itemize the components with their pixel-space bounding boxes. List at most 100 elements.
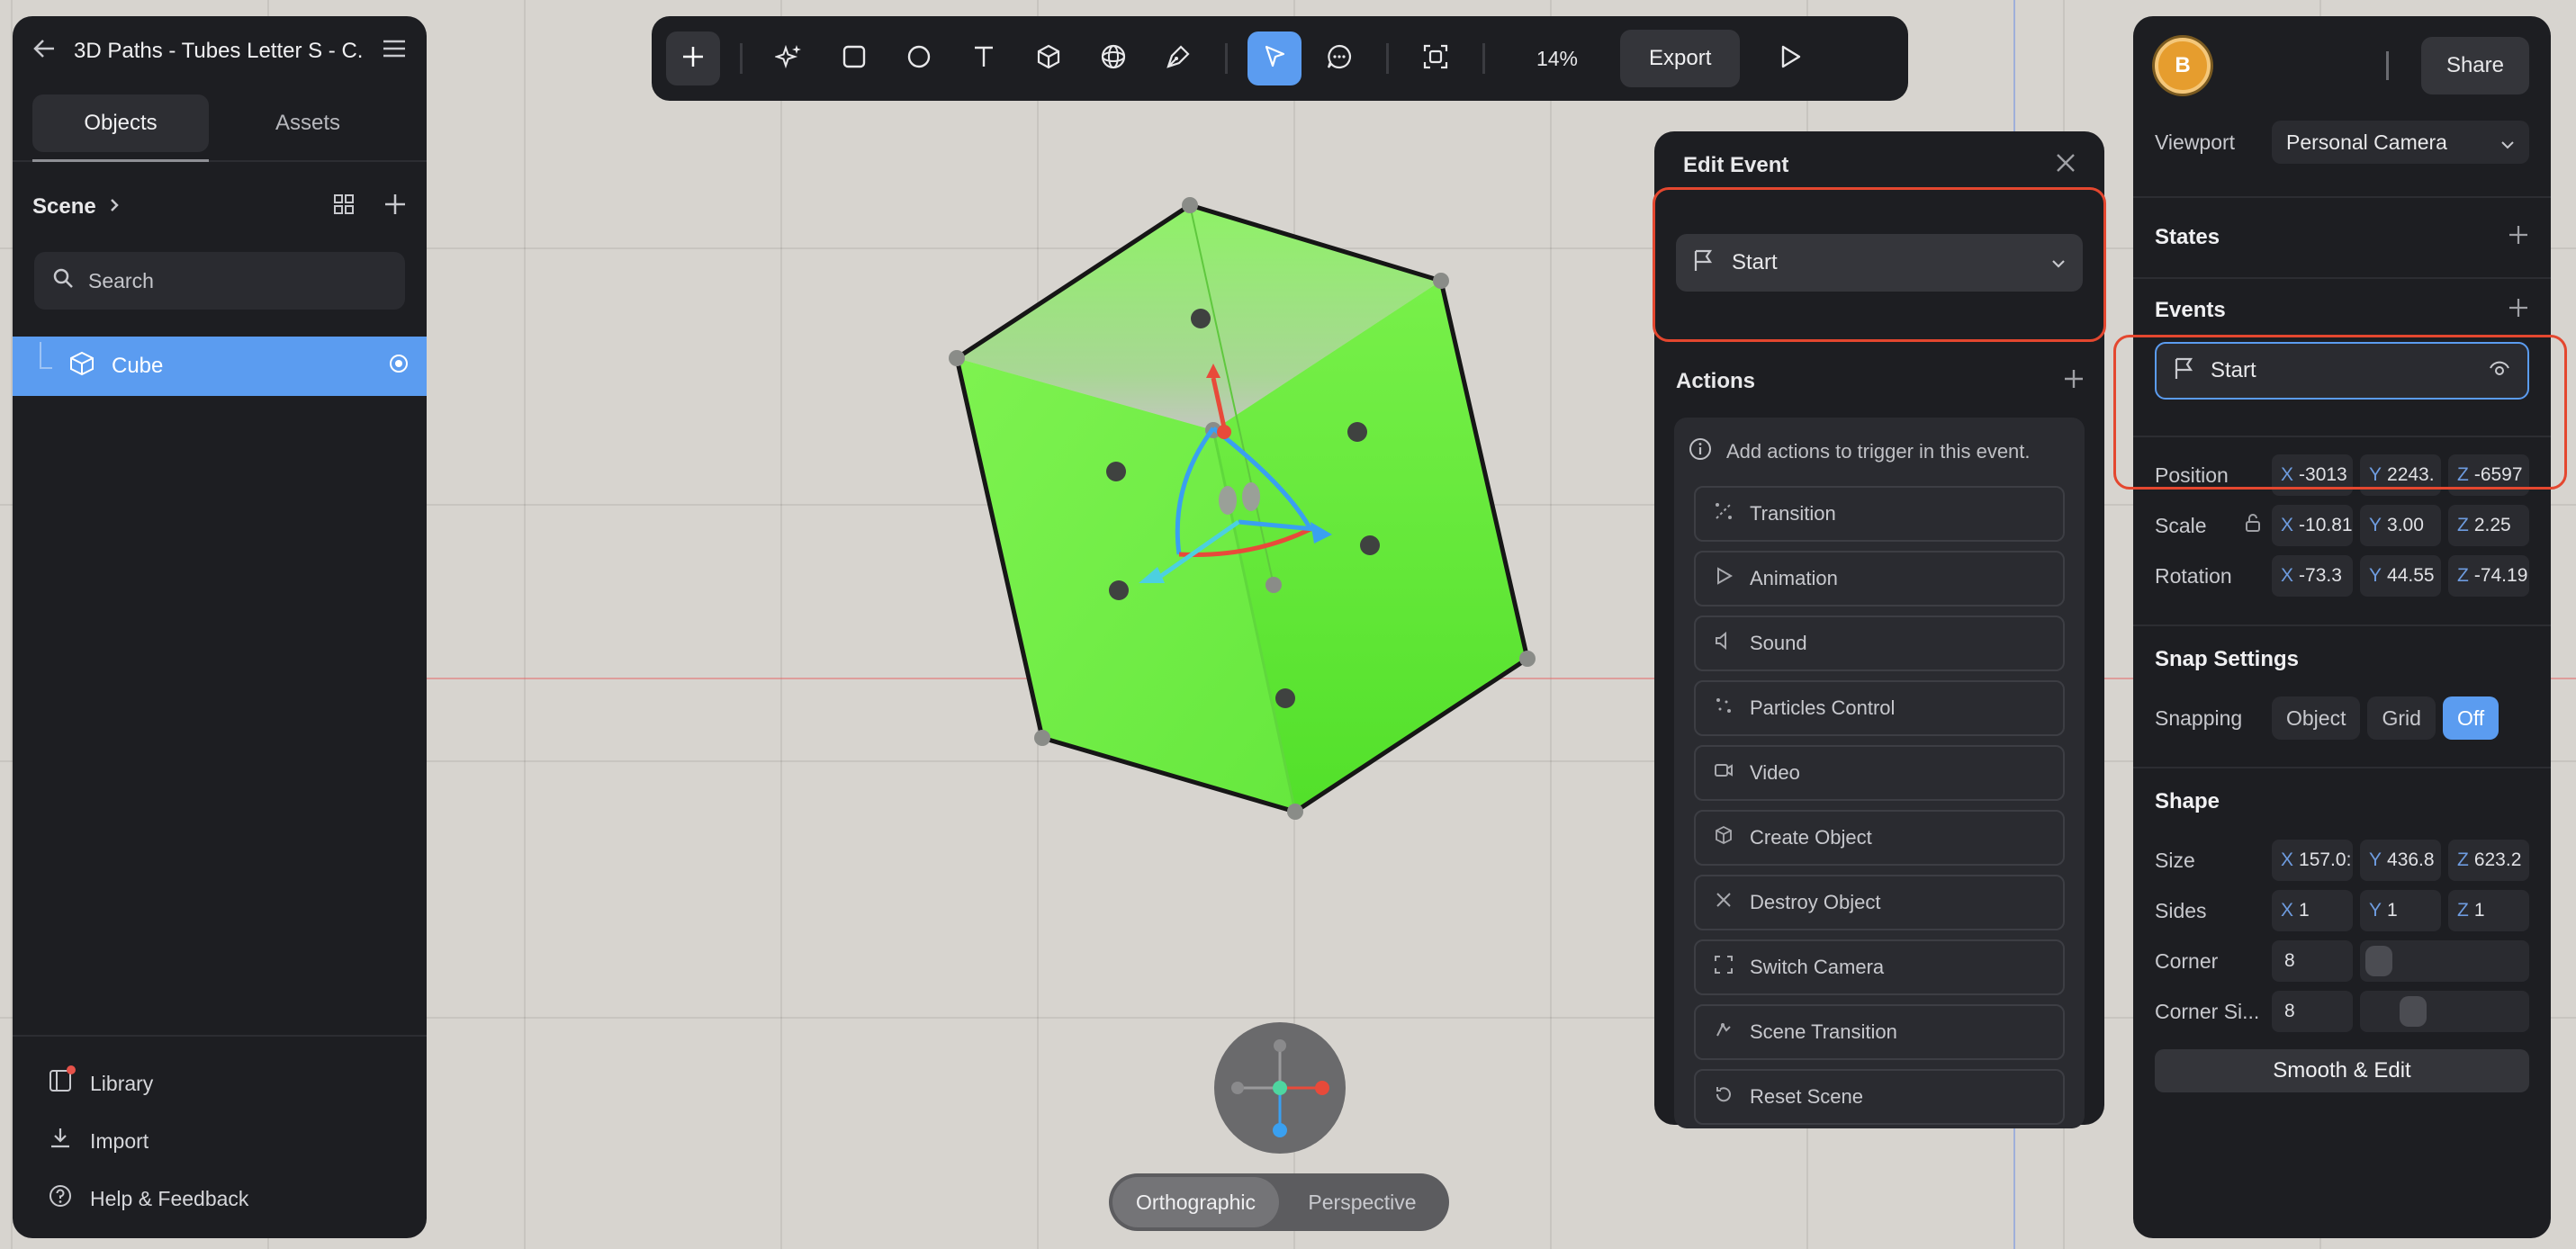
rectangle-tool[interactable] xyxy=(827,31,881,85)
grid-view-icon[interactable] xyxy=(333,193,355,221)
help-feedback-button[interactable]: Help & Feedback xyxy=(13,1170,427,1227)
right-panel: B Share Viewport Personal Camera States … xyxy=(2133,16,2551,1238)
action-video[interactable]: Video xyxy=(1694,745,2065,801)
corner-slider-knob[interactable] xyxy=(2365,946,2392,976)
corner-sides-slider-knob[interactable] xyxy=(2400,996,2427,1027)
scale-z-field[interactable]: Z 2.25 xyxy=(2448,505,2529,546)
rotation-x-field[interactable]: X -73.3 xyxy=(2272,555,2353,597)
text-tool[interactable] xyxy=(957,31,1011,85)
corner-slider[interactable] xyxy=(2360,940,2529,982)
text-icon xyxy=(971,44,996,74)
snapping-off-option[interactable]: Off xyxy=(2442,696,2499,740)
target-icon[interactable] xyxy=(389,354,409,380)
size-z-field[interactable]: Z 623.2 xyxy=(2448,840,2529,881)
top-toolbar: 14% Export xyxy=(652,16,1908,101)
sides-z-value: 1 xyxy=(2473,900,2485,921)
add-object-icon[interactable] xyxy=(383,193,407,222)
action-scene-transition[interactable]: Scene Transition xyxy=(1694,1004,2065,1060)
import-button[interactable]: Import xyxy=(13,1112,427,1170)
library-label: Library xyxy=(90,1071,154,1095)
info-icon xyxy=(1689,437,1712,466)
import-icon xyxy=(49,1127,72,1155)
size-x-field[interactable]: X 157.0: xyxy=(2272,840,2353,881)
rotation-z-field[interactable]: Z -74.19 xyxy=(2448,555,2529,597)
scene-label[interactable]: Scene xyxy=(32,194,96,220)
library-button[interactable]: Library xyxy=(13,1055,427,1112)
add-button[interactable] xyxy=(666,31,720,85)
add-state-icon[interactable] xyxy=(2508,224,2529,252)
action-reset-scene[interactable]: Reset Scene xyxy=(1694,1069,2065,1125)
frame-tool[interactable] xyxy=(1409,31,1463,85)
search-icon xyxy=(52,267,74,294)
viewport-select[interactable]: Personal Camera xyxy=(2272,121,2529,164)
scene-transition-icon xyxy=(1714,1020,1734,1045)
chevron-right-icon[interactable] xyxy=(109,194,120,220)
rotation-y-field[interactable]: Y 44.55 xyxy=(2360,555,2441,597)
size-y-field[interactable]: Y 436.8 xyxy=(2360,840,2441,881)
object-row-cube[interactable]: Cube xyxy=(13,337,427,396)
select-tool[interactable] xyxy=(1247,31,1302,85)
add-action-icon[interactable] xyxy=(2063,368,2085,396)
actions-list: Add actions to trigger in this event. Tr… xyxy=(1674,418,2085,1128)
transition-icon xyxy=(1714,501,1734,526)
action-sound[interactable]: Sound xyxy=(1694,616,2065,671)
cube-icon xyxy=(1035,43,1062,75)
sides-z-field[interactable]: Z1 xyxy=(2448,890,2529,931)
tab-objects[interactable]: Objects xyxy=(32,94,209,152)
ellipse-tool[interactable] xyxy=(892,31,946,85)
size-z-value: 623.2 xyxy=(2473,849,2522,870)
snapping-object-option[interactable]: Object xyxy=(2272,696,2361,740)
sides-x-field[interactable]: X1 xyxy=(2272,890,2353,931)
action-destroy-object[interactable]: Destroy Object xyxy=(1694,875,2065,930)
sound-icon xyxy=(1714,631,1734,656)
avatar[interactable]: B xyxy=(2155,38,2211,94)
orientation-gizmo[interactable] xyxy=(1214,1022,1346,1154)
zoom-level[interactable]: 14% xyxy=(1505,47,1609,71)
corner-sides-field[interactable]: 8 xyxy=(2272,991,2353,1032)
menu-icon[interactable] xyxy=(382,38,407,66)
action-particles-control[interactable]: Particles Control xyxy=(1694,680,2065,736)
shape-label: Shape xyxy=(2155,789,2220,813)
object-name: Cube xyxy=(112,354,164,378)
scale-label: Scale xyxy=(2155,513,2207,537)
project-title[interactable]: 3D Paths - Tubes Letter S - C... xyxy=(74,39,364,64)
comment-tool[interactable] xyxy=(1312,31,1366,85)
snapping-grid-option[interactable]: Grid xyxy=(2367,696,2436,740)
left-panel: 3D Paths - Tubes Letter S - C... Objects… xyxy=(13,16,427,1238)
lock-icon[interactable] xyxy=(2245,513,2272,538)
actions-info-text: Add actions to trigger in this event. xyxy=(1726,440,2031,463)
scale-x-field[interactable]: X -10.81 xyxy=(2272,505,2353,546)
add-icon xyxy=(681,45,705,73)
pen-icon xyxy=(1165,43,1192,75)
share-button[interactable]: Share xyxy=(2420,37,2529,94)
add-event-icon[interactable] xyxy=(2508,297,2529,325)
scale-y-field[interactable]: Y 3.00 xyxy=(2360,505,2441,546)
particles-icon xyxy=(1714,696,1734,721)
search-input[interactable]: Search xyxy=(34,252,405,310)
close-icon[interactable] xyxy=(2056,153,2076,179)
action-switch-camera[interactable]: Switch Camera xyxy=(1694,939,2065,995)
cube-tool[interactable] xyxy=(1022,31,1076,85)
library-icon xyxy=(49,1065,76,1098)
perspective-option[interactable]: Perspective xyxy=(1279,1177,1446,1227)
tab-assets[interactable]: Assets xyxy=(220,94,396,152)
action-transition[interactable]: Transition xyxy=(1694,486,2065,542)
action-label: Video xyxy=(1750,761,1800,784)
select-arrow-icon xyxy=(1262,44,1287,74)
corner-sides-slider[interactable] xyxy=(2360,991,2529,1032)
export-button[interactable]: Export xyxy=(1620,30,1741,87)
corner-field[interactable]: 8 xyxy=(2272,940,2353,982)
back-arrow-icon[interactable] xyxy=(32,39,56,65)
rotation-label: Rotation xyxy=(2155,563,2232,588)
pen-tool[interactable] xyxy=(1151,31,1205,85)
ai-button[interactable] xyxy=(762,31,816,85)
action-create-object[interactable]: Create Object xyxy=(1694,810,2065,866)
play-button[interactable] xyxy=(1763,31,1817,85)
smooth-edit-button[interactable]: Smooth & Edit xyxy=(2155,1049,2529,1092)
toolbar-separator xyxy=(1225,43,1228,74)
create-object-icon xyxy=(1714,825,1734,850)
sides-y-field[interactable]: Y1 xyxy=(2360,890,2441,931)
sphere-tool[interactable] xyxy=(1086,31,1140,85)
orthographic-option[interactable]: Orthographic xyxy=(1112,1177,1279,1227)
action-animation[interactable]: Animation xyxy=(1694,551,2065,607)
